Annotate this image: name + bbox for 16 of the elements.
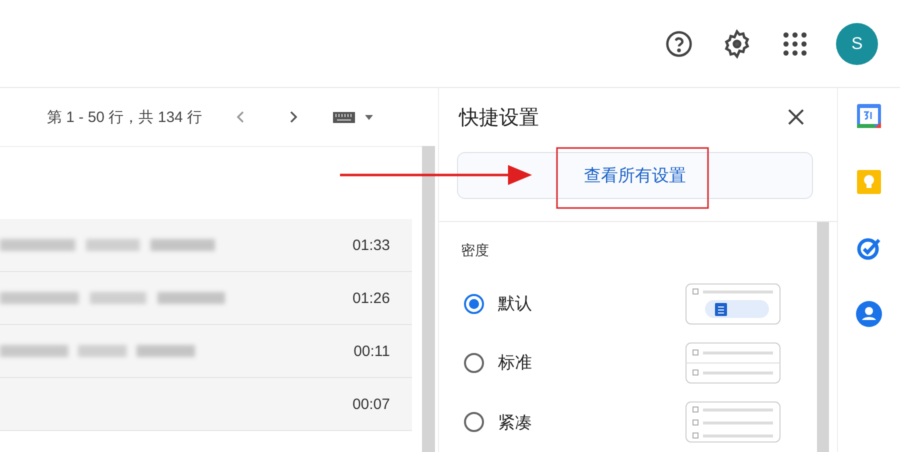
- option-label: 标准: [498, 352, 533, 374]
- email-row[interactable]: 01:26: [0, 272, 412, 325]
- account-avatar[interactable]: S: [836, 22, 878, 64]
- email-time: 01:33: [352, 236, 390, 254]
- email-row[interactable]: 01:33: [0, 219, 412, 272]
- email-time: 00:11: [354, 342, 390, 360]
- all-settings-button[interactable]: 查看所有设置: [457, 152, 813, 199]
- panel-title: 快捷设置: [459, 106, 539, 130]
- email-time: 00:07: [352, 396, 390, 412]
- email-time: 01:26: [352, 290, 390, 306]
- email-row[interactable]: 00:11: [0, 325, 412, 378]
- pagination-text: 第 1 - 50 行，共 134 行: [47, 108, 202, 126]
- email-row[interactable]: 00:07: [0, 378, 412, 431]
- option-label: 紧凑: [498, 412, 533, 434]
- section-label: 密度: [461, 242, 490, 260]
- option-label: 默认: [498, 293, 533, 316]
